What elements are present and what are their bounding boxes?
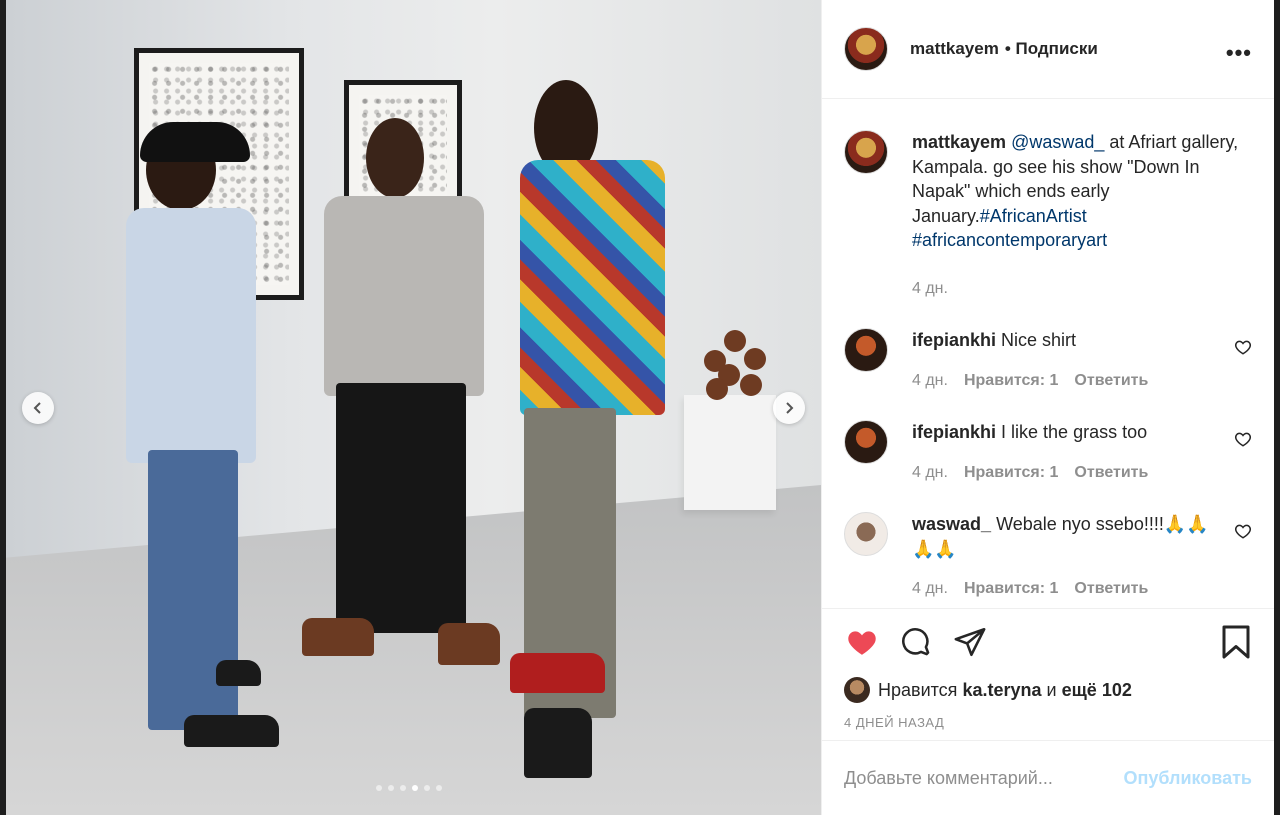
comment-time[interactable]: 4 дн. [912, 369, 948, 394]
author-avatar[interactable] [844, 27, 888, 71]
like-heart-icon[interactable] [844, 625, 880, 659]
reply-button[interactable]: Ответить [1074, 369, 1148, 394]
person-right [506, 78, 676, 783]
more-options-icon[interactable]: ••• [1226, 40, 1252, 66]
comment-author[interactable]: waswad_ [912, 514, 991, 534]
liker-avatar [844, 677, 870, 703]
liker-username[interactable]: ka.teryna [962, 680, 1041, 701]
likes-and: и [1046, 679, 1057, 700]
likes-count[interactable]: ещё 102 [1062, 680, 1132, 701]
pedestal [684, 395, 776, 510]
next-photo-button[interactable] [773, 392, 805, 424]
share-paper-plane-icon[interactable] [952, 625, 988, 659]
reply-button[interactable]: Ответить [1074, 461, 1148, 486]
post-actions: Нравится ka.teryna и ещё 102 4 ДНЕЙ НАЗА… [822, 608, 1274, 730]
comment-input[interactable] [844, 767, 1124, 789]
post-photo[interactable] [6, 0, 821, 815]
likes-summary[interactable]: Нравится ka.teryna и ещё 102 [844, 675, 1252, 705]
chevron-left-icon [33, 402, 41, 414]
caption-time[interactable]: 4 дн. [912, 277, 948, 302]
author-username[interactable]: mattkayem [910, 39, 999, 59]
carousel-dot-active [412, 785, 418, 791]
save-bookmark-icon[interactable] [1220, 624, 1252, 660]
caption-author[interactable]: mattkayem [912, 132, 1006, 152]
comment-time[interactable]: 4 дн. [912, 461, 948, 486]
caption-avatar[interactable] [844, 130, 888, 174]
publish-button[interactable]: Опубликовать [1123, 768, 1252, 789]
comment-item: ifepiankhi I like the grass too 4 дн. Нр… [844, 420, 1252, 485]
commenter-avatar[interactable] [844, 420, 888, 464]
like-comment-heart-icon[interactable] [1234, 430, 1252, 448]
comment-likes[interactable]: Нравится: 1 [964, 369, 1058, 394]
like-comment-heart-icon[interactable] [1234, 522, 1252, 540]
comments-list: mattkayem @waswad_ at Afriart gallery, K… [822, 100, 1274, 607]
commenter-avatar[interactable] [844, 512, 888, 556]
chevron-right-icon [786, 402, 794, 414]
comment-item: ifepiankhi Nice shirt 4 дн. Нравится: 1 … [844, 328, 1252, 393]
comment-item: waswad_ Webale nyo ssebo!!!!🙏🙏🙏🙏 4 дн. Н… [844, 512, 1252, 602]
post-timestamp[interactable]: 4 ДНЕЙ НАЗАД [844, 715, 1252, 730]
hashtag-link[interactable]: #africancontemporaryart [912, 230, 1107, 250]
post-header: mattkayem • Подписки ••• [822, 0, 1274, 99]
comment-bubble-icon[interactable] [898, 625, 934, 659]
comment-author[interactable]: ifepiankhi [912, 422, 996, 442]
post-sidebar: mattkayem • Подписки ••• mattkayem @wasw… [821, 0, 1274, 815]
reply-button[interactable]: Ответить [1074, 577, 1148, 602]
person-left [126, 120, 296, 760]
carousel-dot [376, 785, 382, 791]
wooden-sculpture [704, 330, 774, 400]
carousel-dot [400, 785, 406, 791]
follow-status[interactable]: • Подписки [1005, 39, 1098, 59]
carousel-dot [424, 785, 430, 791]
like-comment-heart-icon[interactable] [1234, 338, 1252, 356]
commenter-avatar[interactable] [844, 328, 888, 372]
likes-prefix: Нравится [878, 679, 958, 700]
carousel-indicator [376, 785, 442, 791]
comment-likes[interactable]: Нравится: 1 [964, 461, 1058, 486]
carousel-dot [436, 785, 442, 791]
comment-text: I like the grass too [1001, 422, 1148, 442]
hashtag-link[interactable]: #AfricanArtist [980, 206, 1087, 226]
comment-time[interactable]: 4 дн. [912, 577, 948, 602]
previous-photo-button[interactable] [22, 392, 54, 424]
comment-text: Nice shirt [1001, 330, 1077, 350]
caption-mention[interactable]: @waswad_ [1011, 132, 1104, 152]
comment-likes[interactable]: Нравится: 1 [964, 577, 1058, 602]
comment-author[interactable]: ifepiankhi [912, 330, 996, 350]
caption: mattkayem @waswad_ at Afriart gallery, K… [844, 130, 1252, 301]
person-middle [302, 118, 502, 678]
carousel-dot [388, 785, 394, 791]
add-comment-bar: Опубликовать [822, 740, 1274, 815]
